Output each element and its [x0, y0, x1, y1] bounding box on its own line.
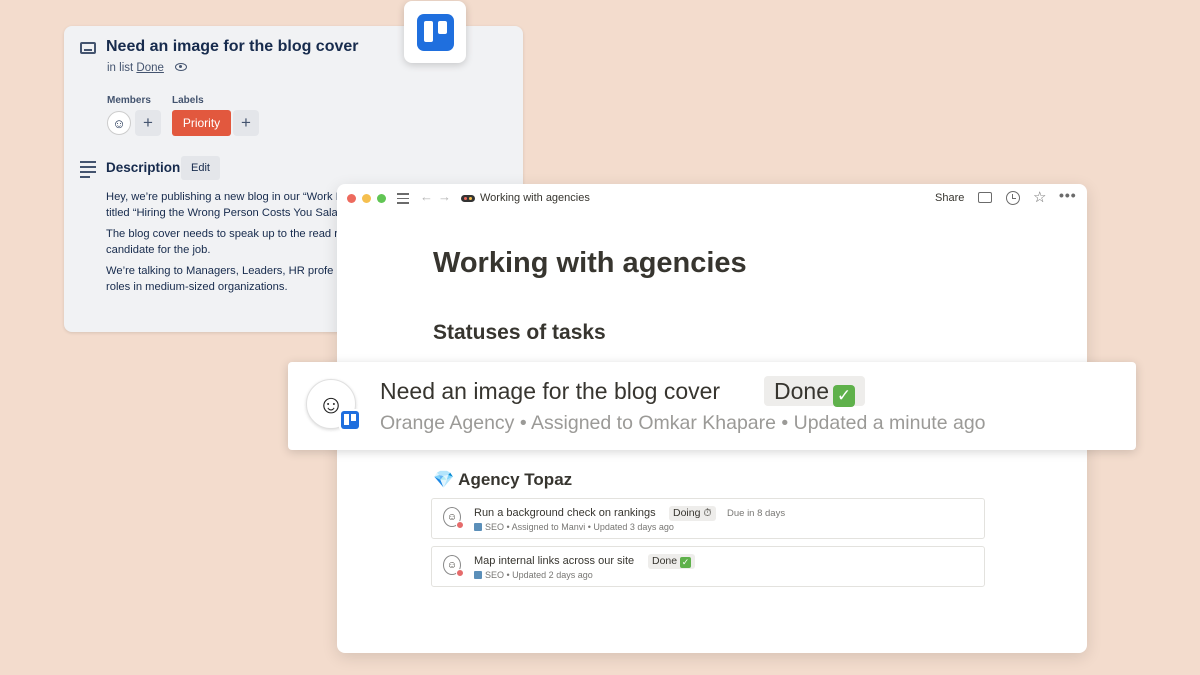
assignee-avatar: ☺ [443, 507, 464, 529]
back-arrow-icon[interactable]: ← [420, 189, 433, 204]
breadcrumb[interactable]: Working with agencies [480, 192, 590, 204]
due-date: Due in 8 days [727, 508, 786, 519]
task-row[interactable]: ☺ Run a background check on rankings Doi… [431, 498, 985, 539]
description-lines-icon [80, 161, 96, 181]
agency-heading-text: Agency Topaz [458, 470, 573, 489]
task-meta: SEO • Assigned to Manvi • Updated 3 days… [474, 522, 674, 532]
assignee-avatar: ☺ [443, 555, 464, 577]
trello-logo-icon [404, 1, 466, 63]
task-meta-text: SEO • Assigned to Manvi • Updated 3 days… [485, 522, 674, 532]
page-emoji-icon [461, 195, 475, 202]
task-meta-text: SEO • Updated 2 days ago [485, 570, 593, 580]
member-avatar[interactable]: ☺ [107, 111, 131, 135]
highlight-meta: Orange Agency • Assigned to Omkar Khapar… [380, 412, 986, 434]
description-paragraph: We’re talking to Managers, Leaders, HR p… [106, 265, 334, 293]
label-priority[interactable]: Priority [172, 110, 231, 136]
history-clock-icon[interactable] [1006, 191, 1020, 205]
card-title[interactable]: Need an image for the blog cover [106, 38, 359, 56]
comment-icon[interactable] [978, 192, 992, 203]
maximize-window-button[interactable] [377, 194, 386, 203]
assignee-avatar: ☺ [306, 377, 361, 431]
in-list-prefix: in list [107, 62, 134, 74]
check-mark-icon: ✓ [680, 557, 692, 568]
status-text: Done [652, 555, 678, 567]
add-member-plus-icon[interactable]: + [135, 110, 161, 136]
sidebar-menu-icon[interactable] [397, 193, 409, 207]
labels-label: Labels [172, 95, 204, 106]
window-topbar: ← → Working with agencies Share ☆ ••• [337, 184, 1087, 212]
page-title[interactable]: Working with agencies [433, 247, 747, 280]
description-body[interactable]: Hey, we’re publishing a new blog in our … [106, 190, 356, 301]
watch-eye-icon[interactable] [175, 62, 188, 71]
forward-arrow-icon[interactable]: → [438, 189, 451, 204]
minimize-window-button[interactable] [362, 194, 371, 203]
add-label-plus-icon[interactable]: + [233, 110, 259, 136]
tag-square-icon [474, 523, 482, 531]
task-row[interactable]: ☺ Map internal links across our site Don… [431, 546, 985, 587]
edit-description-button[interactable]: Edit [181, 156, 220, 180]
share-button[interactable]: Share [935, 192, 964, 204]
list-link[interactable]: Done [136, 62, 164, 74]
tag-square-icon [474, 571, 482, 579]
members-label: Members [107, 95, 151, 106]
description-paragraph: The blog cover needs to speak up to the … [106, 228, 357, 256]
more-options-icon[interactable]: ••• [1059, 187, 1077, 203]
gem-icon: 💎 [433, 470, 455, 489]
status-text: Done [774, 378, 829, 404]
check-mark-icon: ✓ [832, 385, 855, 407]
card-icon [80, 42, 96, 54]
status-badge: Done ✓ [764, 376, 865, 407]
highlight-title: Need an image for the blog cover [380, 378, 721, 404]
description-paragraph: Hey, we’re publishing a new blog in our … [106, 191, 354, 219]
highlight-task-card[interactable]: ☺ Need an image for the blog cover Done ✓… [288, 362, 1136, 450]
status-badge: Done ✓ [648, 554, 696, 569]
section-heading[interactable]: Statuses of tasks [433, 321, 606, 345]
task-name: Map internal links across our site [474, 555, 635, 567]
favorite-star-icon[interactable]: ☆ [1033, 188, 1046, 206]
task-name: Run a background check on rankings [474, 507, 656, 519]
task-meta: SEO • Updated 2 days ago [474, 570, 593, 580]
status-badge: Doing ⏱ [669, 506, 716, 521]
card-list-info: in list Done [107, 62, 188, 74]
trello-badge-icon [339, 409, 361, 431]
agency-heading[interactable]: 💎 Agency Topaz [433, 470, 572, 490]
close-window-button[interactable] [347, 194, 356, 203]
description-heading: Description [106, 160, 181, 175]
